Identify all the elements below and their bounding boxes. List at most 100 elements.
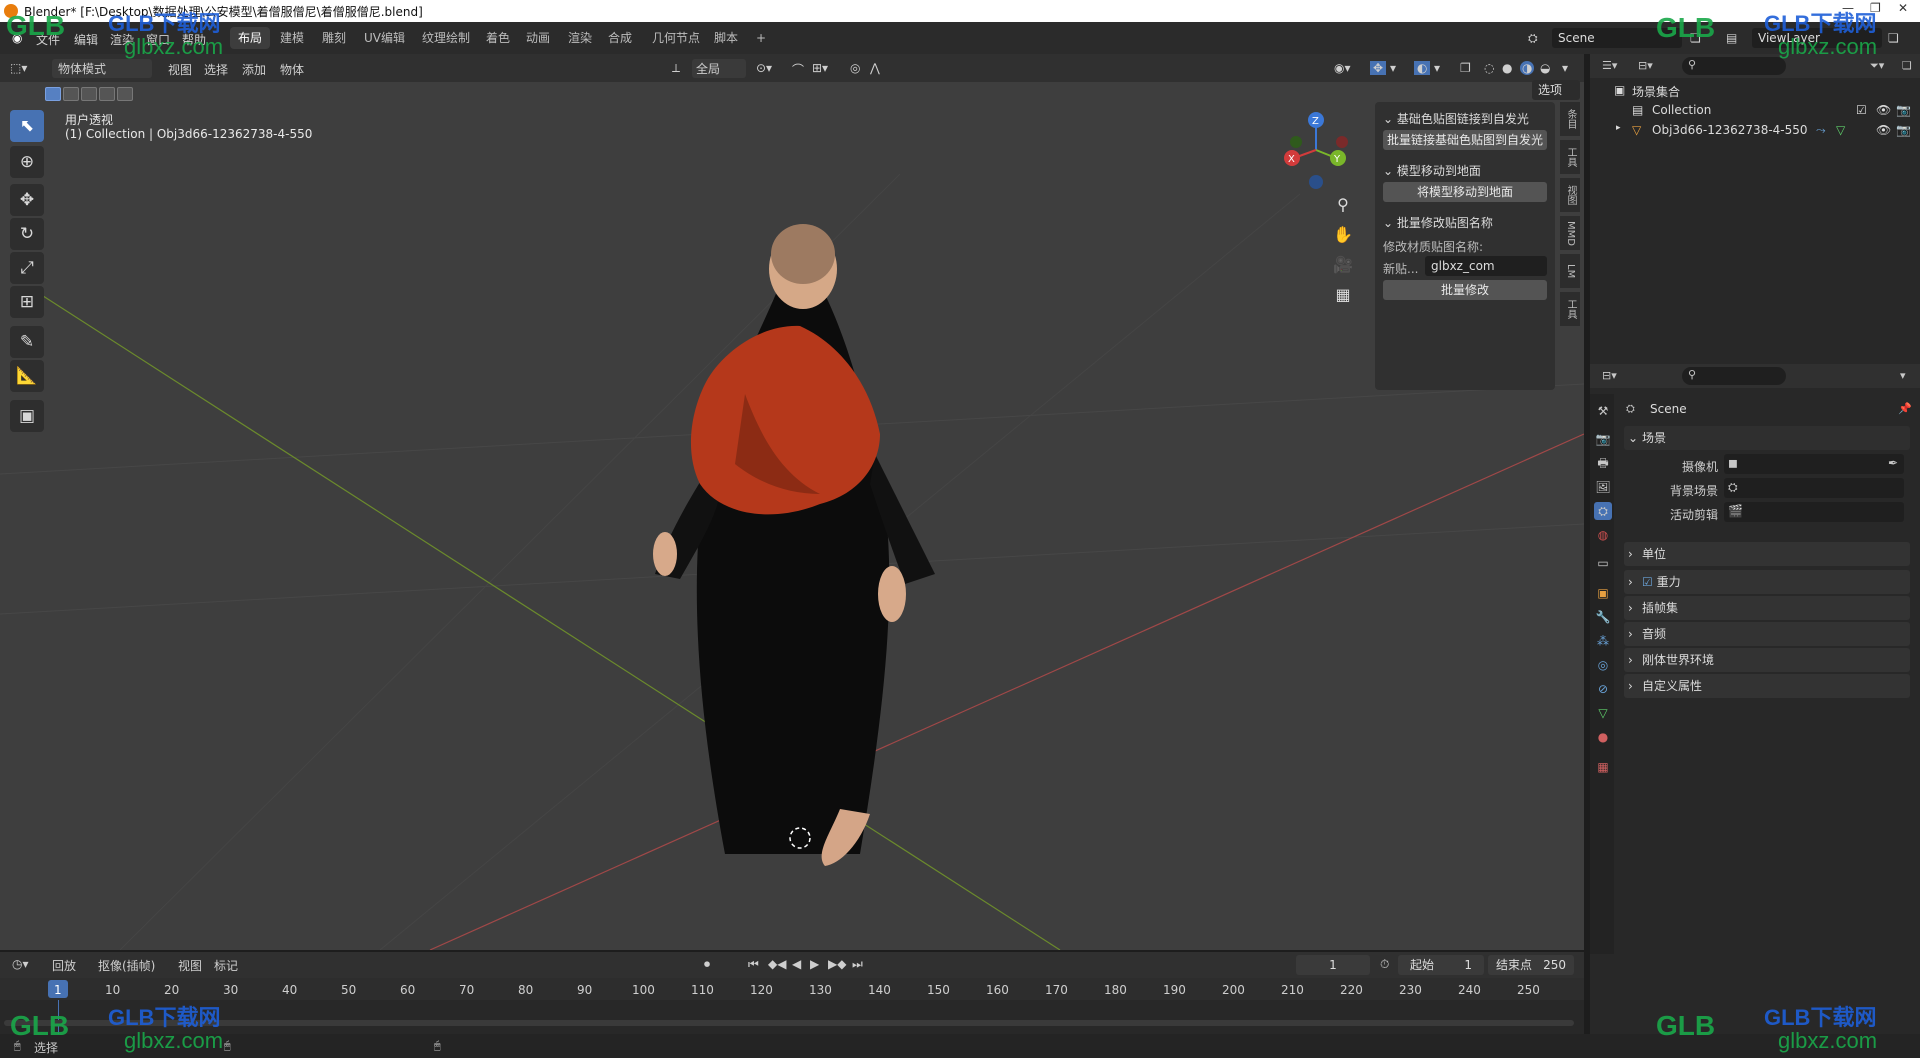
visibility-icon[interactable]: ◉▾	[1334, 61, 1351, 75]
data-tab-icon[interactable]: ▽	[1594, 704, 1612, 722]
select-invert-icon[interactable]	[99, 87, 115, 101]
tab-shading[interactable]: 着色	[478, 27, 518, 49]
active-clip-field[interactable]: 🎬	[1724, 502, 1904, 522]
eyedropper-icon[interactable]: ✒	[1888, 456, 1898, 470]
outliner-row-object[interactable]: ▸ ▽ Obj3d66-12362738-4-550 ⤳ ▽ 👁 📷	[1590, 120, 1920, 140]
wireframe-shading-icon[interactable]: ◌	[1484, 61, 1494, 75]
gizmo-menu-icon[interactable]: ▾	[1390, 61, 1396, 75]
viewport-menu-view[interactable]: 视图	[168, 61, 192, 78]
cursor-tool-icon[interactable]: ⊕	[10, 146, 44, 178]
stopwatch-icon[interactable]: ⏱	[1380, 957, 1389, 972]
expand-chevron-icon[interactable]: ▸	[1616, 123, 1621, 133]
falloff-icon[interactable]: ⋀	[870, 61, 880, 75]
physics-tab-icon[interactable]: ◎	[1594, 656, 1612, 674]
sidebar-tab-lm[interactable]: LM	[1560, 254, 1580, 288]
render-camera-icon[interactable]: 📷	[1896, 103, 1911, 117]
world-tab-icon[interactable]: ◍	[1594, 526, 1612, 544]
timeline-menu-marker[interactable]: 标记	[214, 957, 238, 974]
prev-keyframe-icon[interactable]: ◆◀	[768, 957, 786, 971]
end-frame-field[interactable]: 结束点 250	[1488, 955, 1574, 975]
new-texture-name-input[interactable]: glbxz_com	[1425, 256, 1547, 276]
gravity-section[interactable]: › ☑ 重力	[1624, 570, 1910, 594]
jump-end-icon[interactable]: ⏭	[852, 957, 863, 972]
3d-viewport[interactable]: Z Y X ⬚▾ 物体模式 视图 选择 添加 物体 ⟂ 全局 ⊙▾ ⌒ ⊞▾ ◎…	[0, 54, 1584, 950]
move-to-ground-button[interactable]: 将模型移动到地面	[1383, 182, 1547, 202]
start-frame-field[interactable]: 起始 1	[1398, 955, 1484, 975]
xray-icon[interactable]: ❐	[1460, 61, 1471, 75]
snap-settings-icon[interactable]: ⊞▾	[812, 61, 828, 75]
camera-field[interactable]: ◼ ✒	[1724, 454, 1904, 474]
sidebar-tab-mmd[interactable]: MMD	[1560, 216, 1580, 250]
rotate-tool-icon[interactable]: ↻	[10, 218, 44, 250]
viewport-menu-select[interactable]: 选择	[204, 61, 228, 78]
output-tab-icon[interactable]: 🖶	[1594, 454, 1612, 472]
section-rename-textures-title[interactable]: ⌄ 批量修改贴图名称	[1383, 214, 1493, 231]
material-tab-icon[interactable]: ●	[1594, 728, 1612, 746]
visibility-eye-icon[interactable]: 👁	[1876, 103, 1891, 117]
audio-section[interactable]: › 音频	[1624, 622, 1910, 646]
current-frame-field[interactable]: 1	[1296, 955, 1370, 975]
keying-sets-section[interactable]: › 插帧集	[1624, 596, 1910, 620]
view-layer-tab-icon[interactable]: 🖼	[1594, 478, 1612, 496]
timeline-editor-icon[interactable]: ◷▾	[12, 957, 29, 971]
material-shading-icon[interactable]: ◑	[1520, 61, 1535, 75]
zoom-icon[interactable]: ⚲	[1328, 190, 1358, 220]
gravity-checkbox[interactable]: ☑	[1642, 575, 1657, 589]
batch-rename-button[interactable]: 批量修改	[1383, 280, 1547, 300]
add-cube-tool-icon[interactable]: ▣	[10, 400, 44, 432]
scene-selector-icon[interactable]: ⛭	[1528, 31, 1538, 46]
display-mode-icon[interactable]: ⊟▾	[1638, 59, 1653, 72]
monk-model[interactable]	[653, 224, 935, 866]
select-new-icon[interactable]	[45, 87, 61, 101]
options-dropdown[interactable]: 选项	[1532, 80, 1580, 100]
rigid-body-world-section[interactable]: › 刚体世界环境	[1624, 648, 1910, 672]
sidebar-tab-tool-2[interactable]: 工具	[1560, 292, 1580, 326]
sidebar-tab-tool[interactable]: 工具	[1560, 140, 1580, 174]
scene-section-header[interactable]: ⌄ 场景	[1624, 426, 1910, 450]
tab-animation[interactable]: 动画	[518, 27, 558, 49]
pan-hand-icon[interactable]: ✋	[1328, 220, 1358, 250]
new-view-layer-icon[interactable]: ❏	[1888, 31, 1899, 45]
object-visibility-eye-icon[interactable]: 👁	[1876, 123, 1891, 137]
play-icon[interactable]: ▶	[810, 957, 819, 971]
close-icon[interactable]: ✕	[1898, 1, 1908, 15]
add-workspace-button[interactable]: +	[748, 27, 774, 49]
modifier-tab-icon[interactable]: 🔧	[1594, 608, 1612, 626]
select-extend-icon[interactable]	[63, 87, 79, 101]
exclude-checkbox[interactable]: ☑	[1856, 103, 1867, 117]
constraints-tab-icon[interactable]: ⊘	[1594, 680, 1612, 698]
select-box-tool-icon[interactable]: ⬉	[10, 110, 44, 142]
filter-icon[interactable]: ⏷▾	[1870, 59, 1884, 73]
scene-tab-icon[interactable]: ⛭	[1594, 502, 1612, 520]
next-keyframe-icon[interactable]: ▶◆	[828, 957, 846, 971]
orientation-icon[interactable]: ⟂	[672, 61, 680, 76]
mode-selector[interactable]: 物体模式	[52, 59, 152, 78]
timeline-menu-playback[interactable]: 回放	[52, 957, 76, 974]
pin-icon[interactable]: 📌	[1898, 402, 1912, 415]
texture-tab-icon[interactable]: ▦	[1594, 758, 1612, 776]
menu-edit[interactable]: 编辑	[74, 31, 98, 48]
sidebar-tab-item[interactable]: 条目	[1560, 102, 1580, 136]
measure-tool-icon[interactable]: 📐	[10, 360, 44, 392]
play-reverse-icon[interactable]: ◀	[792, 957, 801, 971]
properties-search-input[interactable]: ⚲	[1682, 367, 1786, 385]
annotate-tool-icon[interactable]: ✎	[10, 326, 44, 358]
properties-editor-icon[interactable]: ⊟▾	[1602, 369, 1617, 382]
tab-uv-editing[interactable]: UV编辑	[356, 27, 413, 49]
section-move-to-ground-title[interactable]: ⌄ 模型移动到地面	[1383, 162, 1481, 179]
frame-ruler[interactable]: 1 10 20 30 40 50 60 70 80 90 100 110 120…	[0, 978, 1584, 1000]
properties-options-icon[interactable]: ▾	[1900, 369, 1906, 382]
overlay-toggle-icon[interactable]: ◐	[1414, 61, 1431, 75]
tab-texture-paint[interactable]: 纹理绘制	[414, 27, 478, 49]
section-emission-link-title[interactable]: ⌄ 基础色贴图链接到自发光	[1383, 110, 1529, 127]
select-intersect-icon[interactable]	[117, 87, 133, 101]
scale-tool-icon[interactable]: ⤢	[10, 252, 44, 284]
batch-link-emission-button[interactable]: 批量链接基础色贴图到自发光	[1383, 130, 1547, 150]
custom-properties-section[interactable]: › 自定义属性	[1624, 674, 1910, 698]
outliner-editor-icon[interactable]: ☰▾	[1602, 59, 1617, 72]
new-collection-icon[interactable]: ❏	[1902, 59, 1912, 72]
tab-layout[interactable]: 布局	[230, 27, 271, 49]
outliner-search-input[interactable]: ⚲	[1682, 57, 1786, 75]
viewport-menu-add[interactable]: 添加	[242, 61, 266, 78]
select-subtract-icon[interactable]	[81, 87, 97, 101]
